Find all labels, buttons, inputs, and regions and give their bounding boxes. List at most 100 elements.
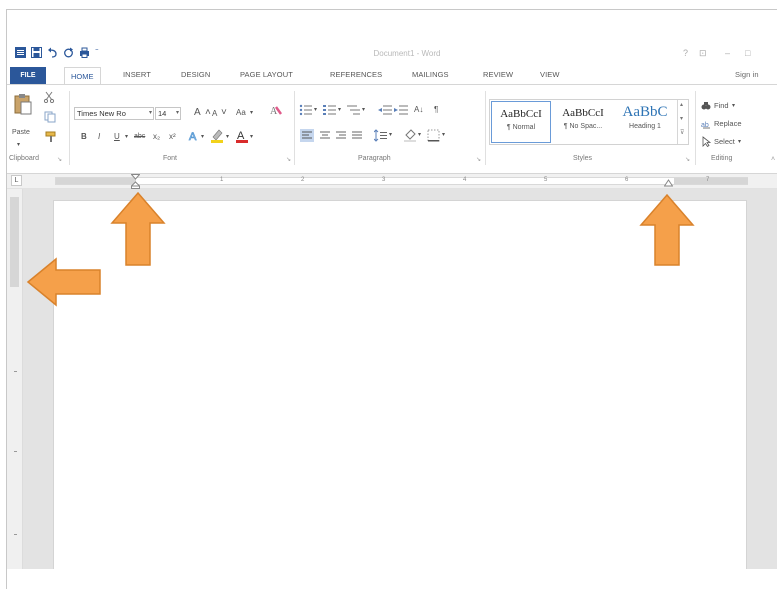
line-spacing-icon[interactable] <box>373 129 388 146</box>
style-heading-1[interactable]: AaBbC Heading 1 <box>615 101 675 143</box>
arrow-left-annotation-icon <box>26 257 101 307</box>
bold-button[interactable]: B <box>81 131 87 143</box>
chevron-down-icon[interactable]: ▾ <box>226 131 229 143</box>
gallery-scroller: ▴ ▾ ⊽ <box>677 100 688 144</box>
tab-review[interactable]: REVIEW <box>483 70 513 79</box>
bullets-icon[interactable] <box>299 104 313 120</box>
font-launcher-icon[interactable]: ↘ <box>286 156 291 163</box>
redo-icon[interactable] <box>63 47 74 58</box>
align-center-icon[interactable] <box>318 129 332 146</box>
styles-launcher-icon[interactable]: ↘ <box>685 156 690 163</box>
horizontal-ruler[interactable]: L 1 2 3 4 5 6 7 <box>7 174 777 189</box>
font-name-value: Times New Ro <box>77 109 126 118</box>
replace-icon[interactable]: ab <box>701 119 712 133</box>
strikethrough-button[interactable]: abc <box>134 131 145 143</box>
borders-icon[interactable] <box>427 129 440 146</box>
tab-references[interactable]: REFERENCES <box>330 70 382 79</box>
paste-dropdown-icon[interactable]: ▾ <box>17 139 20 151</box>
shading-icon[interactable] <box>403 128 417 146</box>
ribbon: Paste ▾ Clipboard ↘ Times New Ro ▾ 14 ▾ <box>7 84 777 174</box>
numbering-icon[interactable] <box>323 104 337 120</box>
copy-icon[interactable] <box>44 111 56 127</box>
chevron-down-icon[interactable]: ▾ <box>314 104 317 116</box>
tab-page-layout[interactable]: PAGE LAYOUT <box>240 70 293 79</box>
italic-button[interactable]: I <box>98 131 100 143</box>
tab-selector[interactable]: L <box>11 175 22 186</box>
ruler-tick <box>14 451 17 452</box>
chevron-down-icon[interactable]: ▾ <box>442 129 445 141</box>
align-left-icon[interactable] <box>300 129 314 146</box>
paste-button[interactable]: Paste <box>12 127 30 139</box>
chevron-down-icon[interactable]: ▾ <box>418 129 421 141</box>
window-title: Document1 - Word <box>373 49 441 58</box>
chevron-down-icon[interactable]: ▾ <box>125 131 128 143</box>
chevron-down-icon[interactable]: ▾ <box>201 131 204 143</box>
quick-access-toolbar: ⁼ <box>15 46 111 58</box>
font-name-field[interactable]: Times New Ro ▾ <box>74 107 154 120</box>
paragraph-launcher-icon[interactable]: ↘ <box>476 156 481 163</box>
chevron-down-icon[interactable]: ▾ <box>732 100 735 112</box>
style-normal[interactable]: AaBbCcI ¶ Normal <box>491 101 551 143</box>
chevron-down-icon[interactable]: ▾ <box>362 104 365 116</box>
format-painter-icon[interactable] <box>45 131 57 147</box>
chevron-down-icon[interactable]: ▾ <box>250 131 253 143</box>
replace-button[interactable]: Replace <box>714 118 742 130</box>
sign-in-link[interactable]: Sign in <box>735 70 759 79</box>
cut-icon[interactable] <box>43 91 55 107</box>
superscript-button[interactable]: x² <box>169 131 176 143</box>
vertical-ruler[interactable] <box>7 189 23 569</box>
change-case-button[interactable]: Aa <box>236 107 246 119</box>
grow-font-button[interactable]: A <box>194 107 201 119</box>
chevron-down-icon[interactable]: ▾ <box>389 129 392 141</box>
grow-font-caret-icon: ˄ <box>205 107 211 118</box>
ribbon-display-button[interactable]: ⊡ <box>699 48 707 59</box>
highlight-icon[interactable] <box>210 128 224 148</box>
tab-mailings[interactable]: MAILINGS <box>412 70 449 79</box>
tab-insert[interactable]: INSERT <box>123 70 151 79</box>
customize-icon[interactable]: ⁼ <box>95 47 106 58</box>
subscript-button[interactable]: x₂ <box>153 131 160 143</box>
minimize-button[interactable]: – <box>725 48 730 58</box>
chevron-down-icon[interactable]: ▾ <box>738 136 741 148</box>
show-formatting-button[interactable]: ¶ <box>434 104 438 116</box>
increase-indent-icon[interactable] <box>394 104 408 120</box>
justify-icon[interactable] <box>350 129 364 146</box>
select-button[interactable]: Select <box>714 136 735 148</box>
select-icon[interactable] <box>702 136 712 151</box>
text-effects-icon[interactable]: A <box>187 129 201 147</box>
find-button[interactable]: Find <box>714 100 729 112</box>
save-icon[interactable] <box>31 46 42 58</box>
chevron-down-icon[interactable]: ▾ <box>680 115 683 122</box>
print-preview-icon[interactable] <box>79 47 90 58</box>
font-size-field[interactable]: 14 ▾ <box>155 107 181 120</box>
help-button[interactable]: ? <box>683 48 688 58</box>
tab-view[interactable]: VIEW <box>540 70 560 79</box>
font-color-icon[interactable]: A <box>235 128 249 148</box>
find-icon[interactable] <box>701 101 711 115</box>
svg-text:A: A <box>189 131 197 143</box>
tab-design[interactable]: DESIGN <box>181 70 210 79</box>
underline-button[interactable]: U <box>114 131 120 143</box>
tab-file[interactable]: FILE <box>10 67 46 84</box>
chevron-down-icon[interactable]: ▾ <box>250 107 253 119</box>
decrease-indent-icon[interactable] <box>378 104 392 120</box>
tab-home[interactable]: HOME <box>64 67 101 85</box>
sort-button[interactable]: A↓ <box>414 104 423 116</box>
clear-formatting-icon[interactable]: A <box>269 104 283 121</box>
style-no-spacing[interactable]: AaBbCcI ¶ No Spac... <box>553 101 613 143</box>
collapse-ribbon-icon[interactable]: ˄ <box>771 156 775 163</box>
maximize-button[interactable]: □ <box>745 48 750 58</box>
multilevel-list-icon[interactable] <box>347 104 361 120</box>
chevron-down-icon[interactable]: ▾ <box>176 108 179 119</box>
align-right-icon[interactable] <box>334 129 348 146</box>
undo-icon[interactable] <box>47 47 58 58</box>
chevron-down-icon[interactable]: ▾ <box>338 104 341 116</box>
more-styles-icon[interactable]: ⊽ <box>680 129 684 136</box>
paste-icon[interactable] <box>13 93 33 121</box>
clipboard-launcher-icon[interactable]: ↘ <box>57 156 62 163</box>
chevron-up-icon[interactable]: ▴ <box>680 101 683 108</box>
chevron-down-icon[interactable]: ▾ <box>149 108 152 119</box>
styles-group-label: Styles <box>573 155 593 162</box>
shrink-font-button[interactable]: A <box>212 108 217 120</box>
styles-gallery: AaBbCcI ¶ Normal AaBbCcI ¶ No Spac... Aa… <box>489 99 689 145</box>
